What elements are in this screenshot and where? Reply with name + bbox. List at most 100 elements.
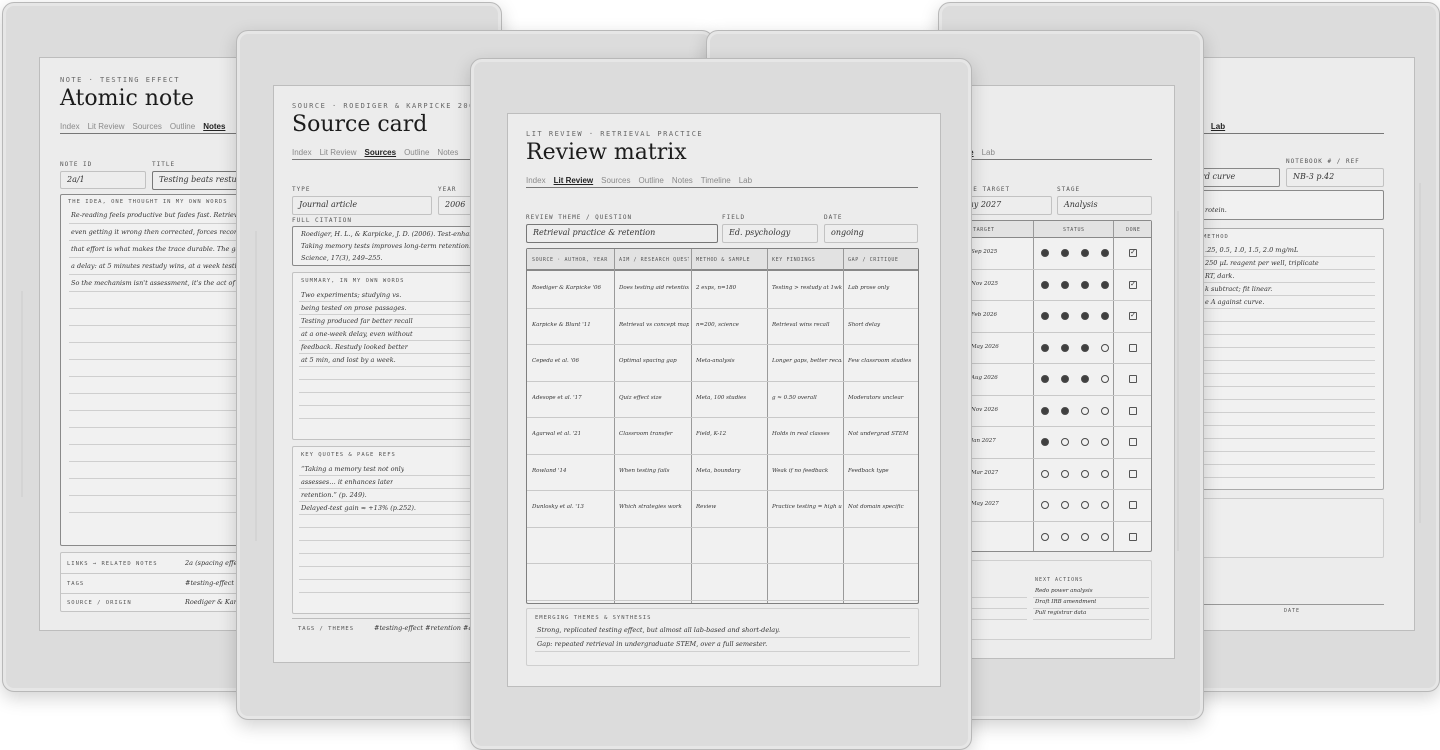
tab-sources[interactable]: Sources (364, 148, 396, 157)
table-cell[interactable]: Optimal spacing gap (619, 358, 689, 364)
table-cell[interactable]: g ≈ 0.50 overall (772, 395, 842, 401)
status-dot-empty[interactable] (1101, 469, 1109, 478)
status-dot-empty[interactable] (1101, 501, 1109, 509)
tab-outline[interactable]: Outline (170, 122, 195, 131)
status-dot-filled[interactable] (1061, 406, 1069, 415)
status-dot-filled[interactable] (1041, 312, 1049, 320)
tab-lab[interactable]: Lab (982, 148, 995, 157)
status-dot-empty[interactable] (1081, 532, 1089, 541)
table-cell[interactable]: Classroom transfer (619, 431, 689, 437)
status-dot-filled[interactable] (1081, 280, 1089, 289)
table-cell[interactable]: Few classroom studies (848, 358, 918, 364)
tab-lit-review[interactable]: Lit Review (320, 148, 357, 157)
done-checkbox[interactable]: ✓ (1129, 280, 1137, 289)
status-dot-empty[interactable] (1081, 406, 1089, 415)
table-cell[interactable]: Retrieval wins recall (772, 322, 842, 328)
table-cell[interactable]: Roediger & Karpicke '06 (532, 285, 612, 291)
status-dot-empty[interactable] (1101, 406, 1109, 415)
status-dot-filled[interactable] (1061, 312, 1069, 320)
table-cell[interactable]: Rowland '14 (532, 468, 612, 474)
tab-outline[interactable]: Outline (404, 148, 429, 157)
table-cell[interactable]: Agarwal et al. '21 (532, 431, 612, 437)
done-checkbox[interactable] (1129, 343, 1137, 352)
status-dot-filled[interactable] (1041, 406, 1049, 415)
status-dot-filled[interactable] (1061, 343, 1069, 352)
table-cell[interactable]: Not domain specific (848, 504, 918, 510)
links-value[interactable]: 2a (spacing effect (185, 559, 244, 567)
target-field[interactable]: ay 2027 (962, 196, 1052, 215)
table-cell[interactable]: Karpicke & Blunt '11 (532, 322, 612, 328)
method-box[interactable]: METHOD .25, 0.5, 1.0, 1.5, 2.0 mg/mL 250… (1194, 228, 1384, 490)
tab-notes[interactable]: Notes (203, 122, 225, 131)
table-cell[interactable]: Review (696, 504, 766, 510)
table-cell[interactable]: When testing fails (619, 468, 689, 474)
table-cell[interactable]: Quiz effect size (619, 395, 689, 401)
status-dot-filled[interactable] (1041, 343, 1049, 352)
goal-box[interactable]: rotein. (1194, 190, 1384, 220)
table-cell[interactable]: n=200, science (696, 322, 766, 328)
note-id-field[interactable]: 2a/1 (60, 171, 146, 189)
status-dot-empty[interactable] (1061, 438, 1069, 446)
tab-sources[interactable]: Sources (601, 176, 630, 185)
tab-outline[interactable]: Outline (639, 176, 664, 185)
status-dot-empty[interactable] (1081, 501, 1089, 509)
status-dot-filled[interactable] (1101, 249, 1109, 257)
table-cell[interactable]: Meta, boundary (696, 468, 766, 474)
done-checkbox[interactable]: ✓ (1129, 312, 1137, 320)
next-item[interactable]: Pull registrar data (1035, 610, 1086, 616)
table-cell[interactable]: Retrieval vs concept maps (619, 322, 689, 328)
table-cell[interactable]: Cepeda et al. '06 (532, 358, 612, 364)
tab-lab[interactable]: Lab (1211, 122, 1225, 131)
experiment-field[interactable]: rd curve (1194, 168, 1280, 187)
tab-timeline[interactable]: Timeline (701, 176, 731, 185)
table-cell[interactable]: Feedback type (848, 468, 918, 474)
stage-field[interactable]: Analysis (1057, 196, 1152, 215)
tab-index[interactable]: Index (60, 122, 80, 131)
status-dot-empty[interactable] (1041, 469, 1049, 478)
status-dot-empty[interactable] (1061, 532, 1069, 541)
next-item[interactable]: Draft IRB amendment (1035, 599, 1096, 605)
next-item[interactable]: Redo power analysis (1035, 588, 1093, 594)
tags-value[interactable]: #testing-effect # (185, 579, 242, 587)
table-cell[interactable]: Field, K-12 (696, 431, 766, 437)
status-dot-empty[interactable] (1101, 343, 1109, 352)
table-cell[interactable]: Moderators unclear (848, 395, 918, 401)
status-dot-empty[interactable] (1061, 501, 1069, 509)
field-field[interactable]: Ed. psychology (722, 224, 818, 243)
table-cell[interactable]: Testing > restudy at 1wk (772, 285, 842, 291)
status-dot-filled[interactable] (1061, 280, 1069, 289)
status-dot-filled[interactable] (1081, 249, 1089, 257)
done-checkbox[interactable] (1129, 438, 1137, 446)
table-cell[interactable]: Which strategies work (619, 504, 689, 510)
type-field[interactable]: Journal article (292, 196, 432, 215)
status-dot-filled[interactable] (1101, 280, 1109, 289)
table-cell[interactable]: Adesope et al. '17 (532, 395, 612, 401)
table-cell[interactable]: Dunlosky et al. '13 (532, 504, 612, 510)
done-checkbox[interactable] (1129, 532, 1137, 541)
table-cell[interactable]: Longer gaps, better recall (772, 358, 842, 364)
table-cell[interactable]: Does testing aid retention? (619, 285, 689, 291)
table-cell[interactable]: Lab prose only (848, 285, 918, 291)
done-checkbox[interactable] (1129, 469, 1137, 478)
table-cell[interactable]: Short delay (848, 322, 918, 328)
done-checkbox[interactable]: ✓ (1129, 249, 1137, 257)
tab-lit-review[interactable]: Lit Review (88, 122, 125, 131)
status-dot-filled[interactable] (1041, 438, 1049, 446)
status-dot-empty[interactable] (1081, 469, 1089, 478)
table-cell[interactable]: Meta, 100 studies (696, 395, 766, 401)
status-dot-empty[interactable] (1041, 532, 1049, 541)
table-cell[interactable]: Practice testing = high utility (772, 504, 842, 510)
table-cell[interactable]: Not undergrad STEM (848, 431, 918, 437)
theme-field[interactable]: Retrieval practice & retention (526, 224, 718, 243)
tags-value[interactable]: #testing-effect #retention #a (374, 624, 472, 632)
tab-lit-review[interactable]: Lit Review (554, 176, 594, 185)
status-dot-filled[interactable] (1061, 249, 1069, 257)
status-dot-filled[interactable] (1101, 312, 1109, 320)
status-dot-filled[interactable] (1081, 375, 1089, 383)
done-checkbox[interactable] (1129, 501, 1137, 509)
table-cell[interactable]: Holds in real classes (772, 431, 842, 437)
status-dot-filled[interactable] (1061, 375, 1069, 383)
done-checkbox[interactable] (1129, 375, 1137, 383)
table-cell[interactable]: Meta-analysis (696, 358, 766, 364)
tab-index[interactable]: Index (292, 148, 312, 157)
